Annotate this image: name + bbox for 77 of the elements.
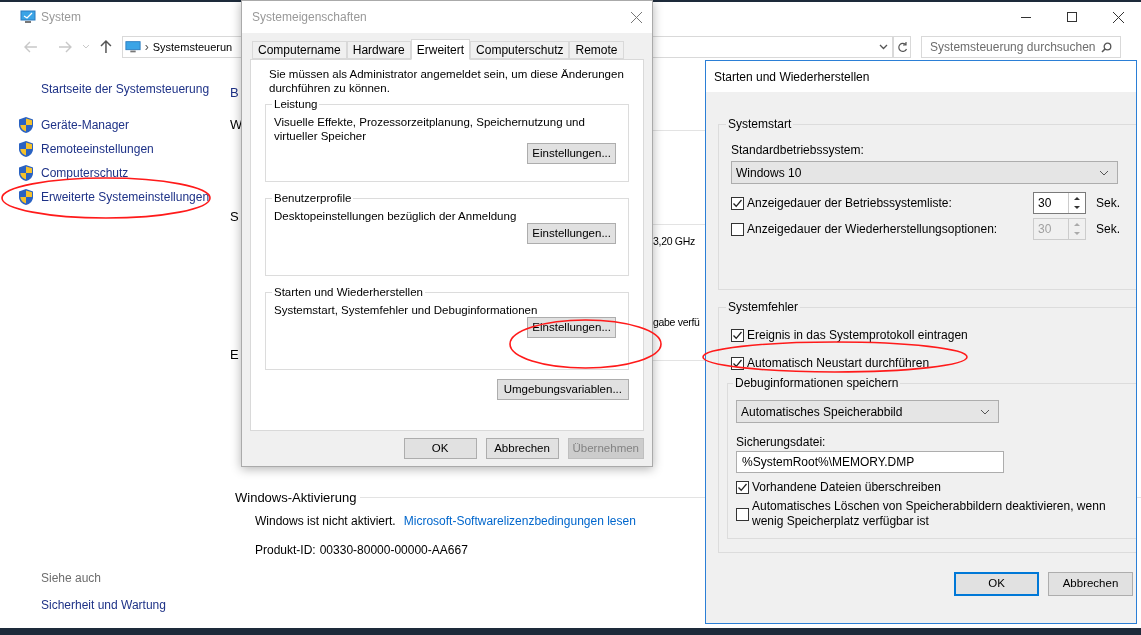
dialog-title: Systemeigenschaften bbox=[252, 9, 367, 26]
section-heading: Windows-Aktivierung bbox=[235, 489, 357, 507]
group-title: Benutzerprofile bbox=[273, 191, 353, 206]
tab[interactable]: Computername bbox=[252, 41, 347, 59]
license-link[interactable]: Microsoft-Softwarelizenzbedingungen lesen bbox=[403, 512, 636, 530]
checkbox[interactable] bbox=[731, 196, 744, 210]
tab[interactable]: Remote bbox=[569, 41, 624, 59]
up-arrow-icon[interactable] bbox=[99, 40, 112, 54]
chevron-down-icon[interactable] bbox=[879, 44, 889, 50]
group-title: Starten und Wiederherstellen bbox=[273, 285, 424, 300]
group-description: Visuelle Effekte, Prozessorzeitplanung, Speichernutzung und virtueller Speicher bbox=[274, 115, 586, 144]
window-title: System bbox=[41, 9, 81, 26]
dialog-button[interactable]: OK bbox=[403, 438, 477, 459]
sidebar-link[interactable]: Startseite der Systemsteuerung bbox=[41, 80, 220, 98]
settings-button[interactable]: Einstellungen... bbox=[527, 317, 616, 339]
settings-button[interactable]: Einstellungen... bbox=[527, 223, 616, 245]
section-heading: S bbox=[230, 208, 239, 226]
breadcrumb[interactable]: Systemsteuerun bbox=[152, 38, 233, 56]
info-value: 3,20 GHz bbox=[653, 234, 695, 249]
file-path-field[interactable]: %SystemRoot%\MEMORY.DMP bbox=[736, 451, 1004, 473]
section-heading: B bbox=[230, 84, 239, 102]
settings-button[interactable]: Einstellungen... bbox=[527, 143, 616, 165]
dropdown[interactable]: Windows 10 bbox=[731, 161, 1118, 184]
checkbox-label: Ereignis in das Systemprotokoll eintragen bbox=[747, 327, 968, 344]
admin-notice: Sie müssen als Administrator angemeldet sein, um diese Änderungen durchführen zu können. bbox=[268, 67, 625, 95]
group-description: Systemstart, Systemfehler und Debuginformationen bbox=[274, 303, 539, 318]
dialog-button[interactable]: Abbrechen bbox=[485, 438, 559, 459]
dialog-button[interactable]: Abbrechen bbox=[1048, 572, 1133, 596]
shield-icon bbox=[18, 140, 34, 158]
product-id: 00330-80000-00000-AA667 bbox=[319, 542, 468, 559]
unit-label: Sek. bbox=[1096, 195, 1118, 212]
breadcrumb-separator: › bbox=[144, 39, 149, 56]
unit-label: Sek. bbox=[1096, 221, 1118, 238]
checkbox-label: Vorhandene Dateien überschreiben bbox=[752, 480, 941, 495]
checkbox-label: Anzeigedauer der Betriebssystemliste: bbox=[747, 195, 952, 212]
shield-icon bbox=[18, 164, 34, 182]
refresh-icon[interactable] bbox=[893, 36, 912, 58]
tab[interactable]: Erweitert bbox=[410, 39, 471, 60]
dialog-title: Starten und Wiederherstellen bbox=[714, 68, 870, 86]
tab[interactable]: Hardware bbox=[346, 41, 411, 59]
group-title: Systemstart bbox=[727, 116, 793, 133]
checkbox-label: Automatisch Neustart durchführen bbox=[747, 355, 930, 372]
checkbox-label: Automatisches Löschen von Speicherabbildern deaktivieren, wenn wenig Speicherplatz verfügbar ist bbox=[752, 499, 1107, 529]
product-id-label: Produkt-ID: bbox=[255, 542, 316, 559]
chevron-down-icon bbox=[1099, 169, 1109, 176]
shield-icon bbox=[18, 116, 34, 134]
monitor-icon bbox=[20, 10, 36, 24]
section-heading: E bbox=[230, 346, 239, 364]
sidebar-item[interactable]: Geräte-Manager bbox=[41, 116, 130, 134]
sidebar-item[interactable]: Computerschutz bbox=[41, 164, 129, 182]
checkbox[interactable] bbox=[736, 507, 749, 521]
shield-icon bbox=[18, 188, 34, 206]
chevron-down-icon bbox=[980, 408, 990, 415]
checkbox-label: Anzeigedauer der Wiederherstellungsoptionen: bbox=[747, 221, 998, 238]
checkbox[interactable] bbox=[731, 222, 744, 236]
group-description: Desktopeinstellungen bezüglich der Anmeldung bbox=[274, 209, 518, 224]
close-icon[interactable] bbox=[631, 11, 642, 23]
number-spinner[interactable]: 30 bbox=[1033, 192, 1086, 214]
dialog-button[interactable]: OK bbox=[954, 572, 1039, 596]
tab[interactable]: Computerschutz bbox=[470, 41, 570, 59]
sidebar-item[interactable]: Remoteeinstellungen bbox=[41, 140, 154, 158]
dropdown[interactable]: Automatisches Speicherabbild bbox=[736, 400, 999, 423]
field-label: Sicherungsdatei: bbox=[736, 434, 827, 451]
environment-variables-button[interactable]: Umgebungsvariablen... bbox=[496, 379, 629, 400]
see-also-heading: Siehe auch bbox=[41, 570, 103, 587]
group-title: Systemfehler bbox=[727, 299, 800, 316]
sidebar-link[interactable]: Sicherheit und Wartung bbox=[41, 596, 220, 614]
checkbox[interactable] bbox=[731, 328, 744, 342]
field-label: Standardbetriebssystem: bbox=[731, 142, 865, 159]
info-value: gabe verfü bbox=[653, 315, 700, 330]
monitor-icon bbox=[124, 40, 141, 54]
search-icon bbox=[1101, 41, 1112, 53]
group-title: Debuginformationen speichern bbox=[734, 375, 900, 392]
checkbox[interactable] bbox=[736, 481, 749, 494]
search-field[interactable]: Systemsteuerung durchsuchen bbox=[921, 36, 1121, 58]
group-title: Leistung bbox=[273, 97, 319, 112]
activation-status: Windows ist nicht aktiviert. bbox=[255, 513, 396, 530]
